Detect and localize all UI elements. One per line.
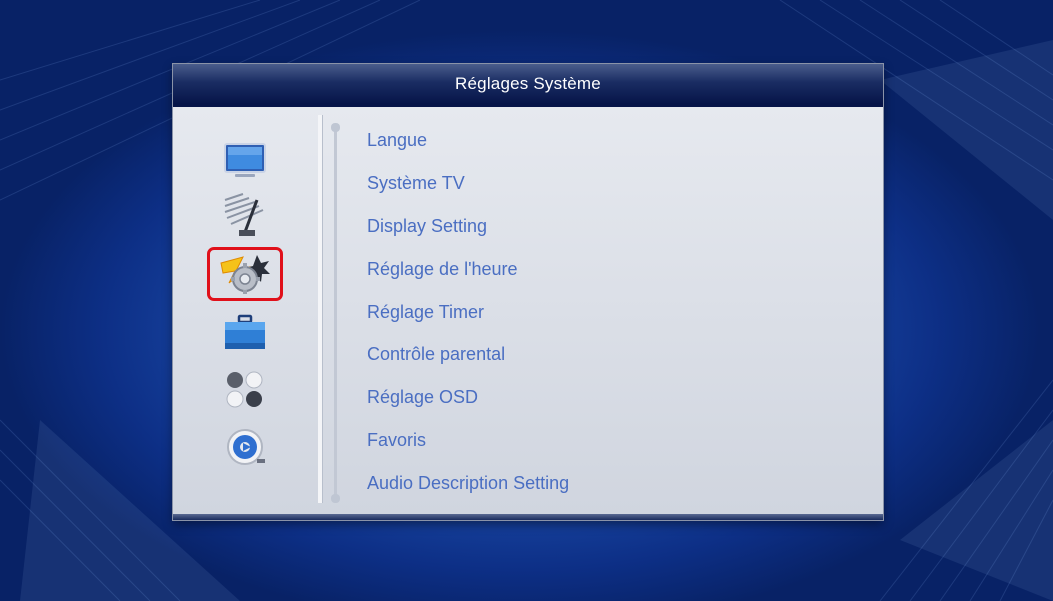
category-icon-column xyxy=(173,107,318,514)
system-settings-gear-icon[interactable] xyxy=(207,247,283,301)
apps-icon[interactable] xyxy=(214,365,276,415)
menu-item-audio-description-setting[interactable]: Audio Description Setting xyxy=(367,468,569,498)
settings-menu: Langue Système TV Display Setting Réglag… xyxy=(367,107,867,514)
menu-item-reglage-osd[interactable]: Réglage OSD xyxy=(367,382,478,412)
column-divider xyxy=(318,115,322,503)
menu-item-controle-parental[interactable]: Contrôle parental xyxy=(367,339,505,369)
panel-body: Langue Système TV Display Setting Réglag… xyxy=(173,107,883,514)
tv-icon[interactable] xyxy=(214,136,276,186)
title-bar: Réglages Système xyxy=(173,64,883,107)
menu-item-reglage-timer[interactable]: Réglage Timer xyxy=(367,297,484,327)
media-player-icon[interactable] xyxy=(214,422,276,472)
scroll-up-icon[interactable] xyxy=(331,123,340,132)
menu-item-systeme-tv[interactable]: Système TV xyxy=(367,168,465,198)
scroll-track xyxy=(334,127,337,499)
toolbox-icon[interactable] xyxy=(214,308,276,358)
menu-item-favoris[interactable]: Favoris xyxy=(367,425,426,455)
scroll-down-icon[interactable] xyxy=(331,494,340,503)
menu-item-display-setting[interactable]: Display Setting xyxy=(367,211,487,241)
menu-item-reglage-heure[interactable]: Réglage de l'heure xyxy=(367,254,518,284)
system-settings-panel: Réglages Système Langue Système TV Displ… xyxy=(173,64,883,520)
menu-item-langue[interactable]: Langue xyxy=(367,125,427,155)
menu-scrollbar[interactable] xyxy=(331,123,340,503)
panel-title: Réglages Système xyxy=(455,74,601,93)
panel-bottom-bar xyxy=(173,514,883,520)
satellite-dish-icon[interactable] xyxy=(214,191,276,241)
